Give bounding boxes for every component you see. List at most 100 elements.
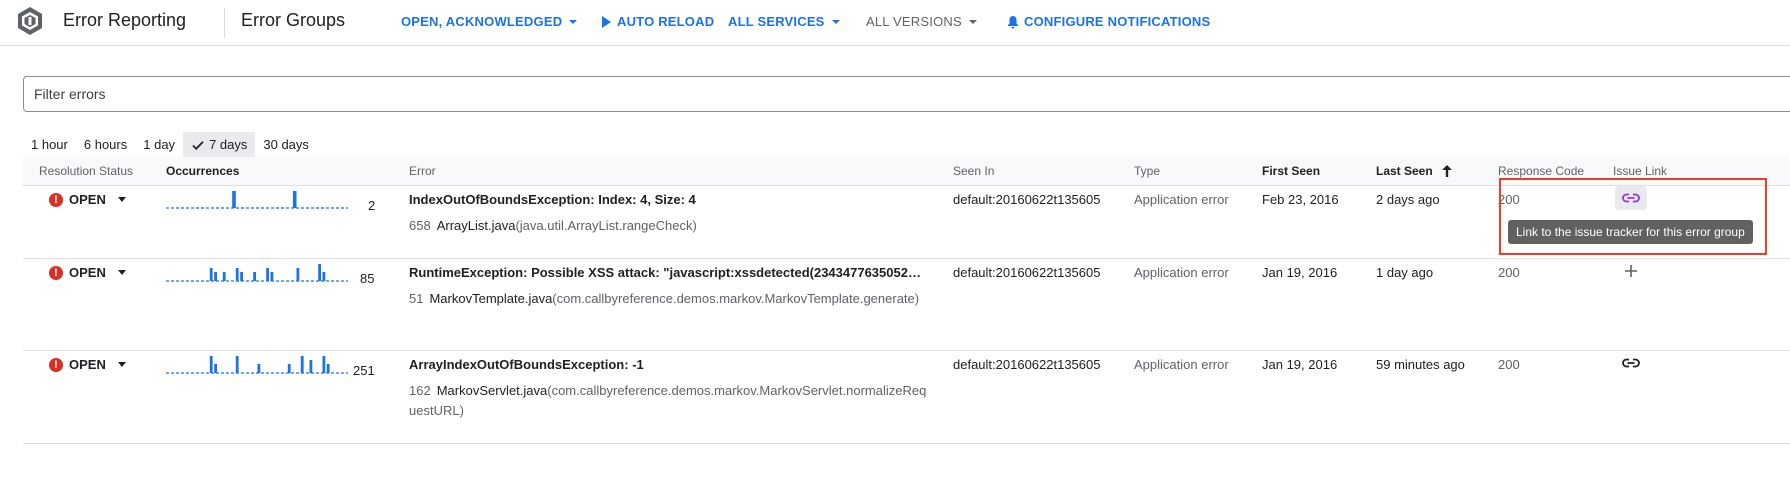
- line-number: 162: [409, 383, 431, 398]
- sparkline-bar: [257, 364, 261, 373]
- sparkline-bar: [322, 272, 326, 281]
- play-icon: [602, 15, 611, 28]
- status-filter-label: OPEN, ACKNOWLEDGED: [401, 14, 563, 29]
- time-range-6-hours[interactable]: 6 hours: [76, 132, 135, 158]
- occurrence-count: 85: [360, 271, 375, 286]
- column-issue-link[interactable]: Issue Link: [1613, 164, 1667, 178]
- sparkline-bar: [214, 364, 217, 373]
- app-title: Error Reporting: [63, 10, 187, 30]
- line-number: 658: [409, 218, 431, 233]
- first-seen-value: Jan 19, 2016: [1262, 265, 1338, 280]
- error-alert-icon: !: [49, 192, 63, 207]
- sparkline-bar: [209, 356, 213, 373]
- error-title-link[interactable]: RuntimeException: Possible XSS attack: "…: [409, 265, 924, 280]
- caret-down-icon: [569, 19, 578, 24]
- sparkline-bar: [232, 191, 236, 208]
- error-reporting-logo-icon: [18, 7, 42, 35]
- configure-notifications-button[interactable]: CONFIGURE NOTIFICATIONS: [1006, 14, 1210, 29]
- file-name: ArrayList.java: [436, 218, 516, 233]
- services-filter-dropdown[interactable]: ALL SERVICES: [728, 14, 843, 29]
- status-label: OPEN: [69, 192, 106, 207]
- status-filter-dropdown[interactable]: OPEN, ACKNOWLEDGED: [401, 14, 580, 29]
- last-seen-value: 1 day ago: [1376, 265, 1434, 280]
- last-seen-value: 59 minutes ago: [1376, 357, 1465, 372]
- time-range-1-hour[interactable]: 1 hour: [23, 132, 76, 158]
- error-location: 51 MarkovTemplate.java(com.callbyreferenc…: [409, 289, 929, 309]
- status-dropdown[interactable]: ! OPEN: [49, 357, 126, 372]
- seen-in-value: default:20160622t135605: [953, 265, 1101, 280]
- sparkline-bar: [240, 272, 243, 281]
- highlight-annotation-box: [1499, 178, 1767, 255]
- time-range-7-days[interactable]: 7 days: [183, 132, 256, 158]
- sparkline-bar: [209, 268, 213, 281]
- column-occurrences[interactable]: Occurrences: [166, 164, 239, 178]
- response-code-value: 200: [1498, 265, 1520, 280]
- method-location: (java.util.ArrayList.rangeCheck): [515, 218, 697, 233]
- caret-down-icon: [117, 362, 126, 367]
- error-title-link[interactable]: ArrayIndexOutOfBoundsException: -1: [409, 357, 924, 372]
- caret-down-icon: [968, 19, 977, 24]
- column-last-seen-label: Last Seen: [1376, 164, 1433, 178]
- column-error[interactable]: Error: [409, 164, 436, 178]
- title-divider: [224, 8, 225, 38]
- sparkline-bar: [253, 272, 256, 281]
- sparkline-bar: [214, 272, 217, 281]
- type-value: Application error: [1134, 265, 1229, 280]
- file-name: MarkovServlet.java: [436, 383, 548, 398]
- file-name: MarkovTemplate.java: [429, 291, 553, 306]
- status-label: OPEN: [69, 357, 106, 372]
- occurrences-sparkline: [166, 264, 348, 282]
- link-icon: [1622, 358, 1640, 368]
- error-location: 658 ArrayList.java(java.util.ArrayList.ra…: [409, 216, 929, 236]
- time-range-label: 7 days: [209, 137, 248, 152]
- response-code-value: 200: [1498, 357, 1520, 372]
- sparkline-bar: [322, 356, 326, 373]
- first-seen-value: Jan 19, 2016: [1262, 357, 1338, 372]
- sparkline-bar: [300, 356, 304, 373]
- sparkline-bar: [292, 191, 297, 208]
- time-range-30-days[interactable]: 30 days: [255, 132, 317, 158]
- services-filter-label: ALL SERVICES: [728, 14, 825, 29]
- error-title-link[interactable]: IndexOutOfBoundsException: Index: 4, Siz…: [409, 192, 924, 207]
- method-location: (com.callbyreference.demos.markov.Markov…: [552, 291, 920, 306]
- column-last-seen[interactable]: Last Seen: [1376, 164, 1453, 178]
- sparkline-bar: [326, 364, 330, 373]
- error-location: 162 MarkovServlet.java(com.callbyreferenc…: [409, 381, 929, 421]
- type-value: Application error: [1134, 192, 1229, 207]
- sparkline-bar: [318, 264, 321, 281]
- first-seen-value: Feb 23, 2016: [1262, 192, 1339, 207]
- auto-reload-button[interactable]: AUTO RELOAD: [599, 14, 714, 29]
- error-alert-icon: !: [49, 265, 63, 280]
- column-resolution-status[interactable]: Resolution Status: [39, 164, 133, 178]
- time-range-selector: 1 hour 6 hours 1 day 7 days 30 days: [23, 132, 317, 158]
- caret-down-icon: [831, 19, 840, 24]
- seen-in-value: default:20160622t135605: [953, 192, 1101, 207]
- table-row[interactable]: ! OPEN 251 ArrayIndexOutOfBoundsExceptio…: [23, 351, 1790, 444]
- time-range-label: 1 day: [143, 137, 176, 152]
- line-number: 51: [409, 291, 424, 306]
- time-range-label: 6 hours: [83, 137, 128, 152]
- table-row[interactable]: ! OPEN 85 RuntimeException: Possible XSS…: [23, 259, 1790, 351]
- sparkline-bar: [287, 364, 291, 373]
- column-type[interactable]: Type: [1134, 164, 1160, 178]
- caret-down-icon: [117, 197, 126, 202]
- page-title: Error Groups: [241, 10, 346, 30]
- status-dropdown[interactable]: ! OPEN: [49, 192, 126, 207]
- last-seen-value: 2 days ago: [1376, 192, 1440, 207]
- column-first-seen[interactable]: First Seen: [1262, 164, 1320, 178]
- filter-errors-input[interactable]: [23, 76, 1790, 112]
- column-seen-in[interactable]: Seen In: [953, 164, 994, 178]
- sparkline-bar: [296, 268, 300, 281]
- column-response-code[interactable]: Response Code: [1498, 164, 1584, 178]
- add-issue-link-button[interactable]: [1615, 259, 1647, 283]
- time-range-label: 30 days: [263, 137, 309, 152]
- sparkline-bar: [309, 360, 313, 373]
- issue-link-button[interactable]: [1615, 351, 1647, 375]
- sort-ascending-arrow-icon: [1441, 165, 1452, 177]
- occurrence-count: 2: [368, 198, 376, 213]
- plus-icon: [1625, 265, 1637, 277]
- status-dropdown[interactable]: ! OPEN: [49, 265, 126, 280]
- occurrences-sparkline: [166, 356, 348, 374]
- time-range-1-day[interactable]: 1 day: [135, 132, 183, 158]
- versions-filter-dropdown[interactable]: ALL VERSIONS: [866, 14, 980, 29]
